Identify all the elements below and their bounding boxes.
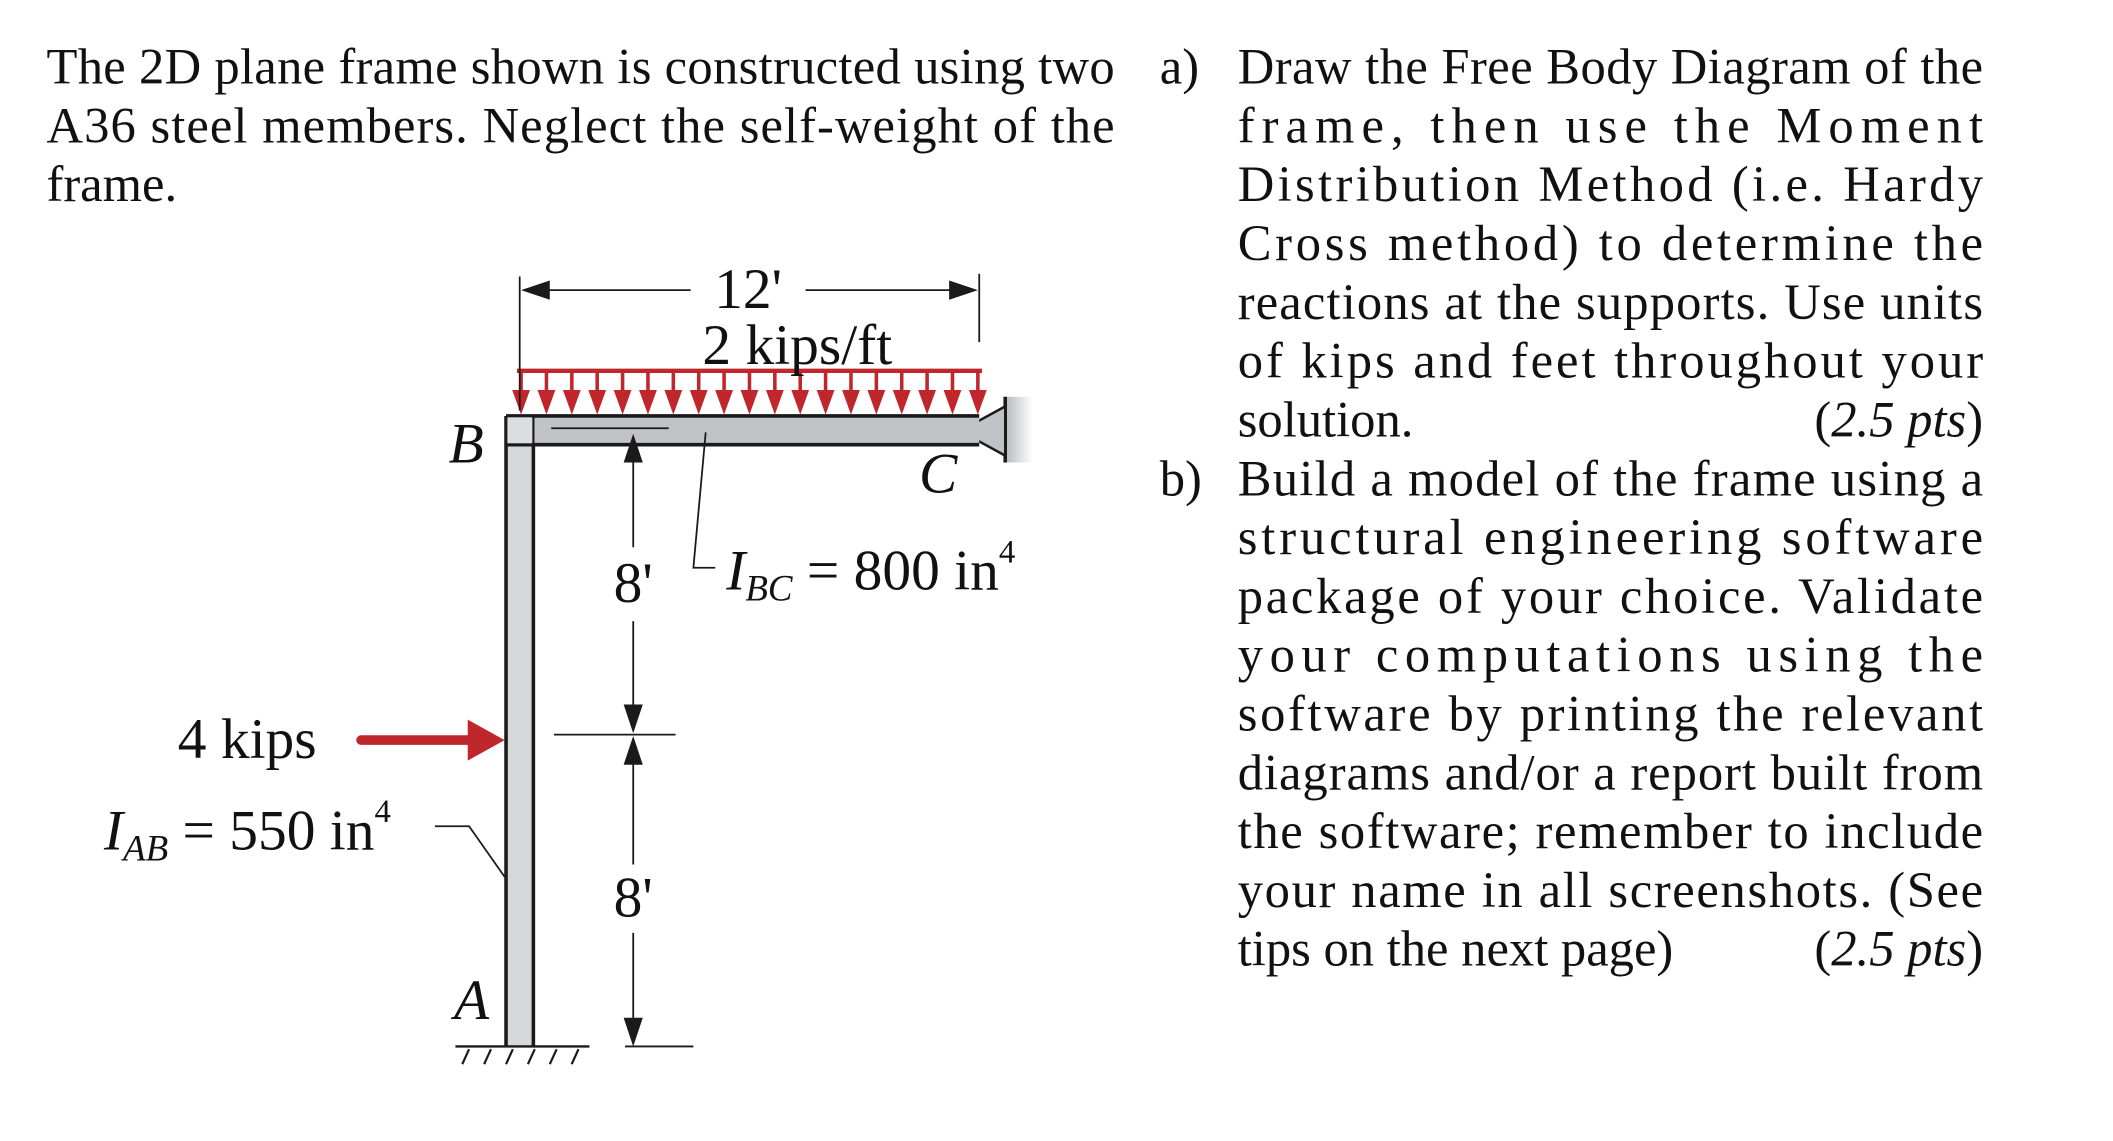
point-load-arrowhead	[467, 719, 505, 761]
load-arrow-head	[715, 389, 733, 415]
part-b-line: software by printing the relevant	[1238, 686, 1983, 742]
load-arrow-head	[639, 389, 657, 415]
part-b: b) Build a model of the frame using a st…	[1160, 450, 1983, 976]
part-b-line: diagrams and/or a report built from	[1238, 744, 1983, 800]
load-arrow-head	[537, 389, 556, 415]
part-b-label: b)	[1160, 450, 1202, 506]
intro-line: A36 steel members. Neglect the self-weig…	[46, 97, 1114, 153]
part-b-line: the software; remember to include	[1238, 803, 1983, 859]
dimension-ab: 8' 8'	[553, 433, 694, 1048]
i-ab-annotation: IAB = 550 in4	[103, 794, 506, 878]
part-b-line: your name in all screenshots. (See	[1238, 862, 1983, 918]
support-wall	[1005, 396, 1033, 463]
joint-label-c: C	[919, 443, 958, 506]
i-bc-leader	[692, 432, 716, 569]
part-a-line: reactions at the supports. Use units	[1238, 274, 1983, 330]
point-load: 4 kips	[178, 708, 505, 771]
intro-line: frame.	[46, 156, 177, 212]
load-arrow-head	[613, 389, 632, 415]
part-b-line: Build a model of the frame using a	[1238, 450, 1983, 506]
load-arrow-head	[765, 389, 784, 415]
load-arrow-head	[588, 389, 607, 415]
part-a-line: Draw the Free Body Diagram of the	[1238, 39, 1983, 95]
distributed-load	[512, 368, 987, 415]
joint-label-a: A	[450, 969, 490, 1032]
beam-bc	[533, 415, 980, 445]
dim-arrowhead-right	[949, 280, 978, 300]
ground-hatch	[461, 1048, 580, 1065]
hatch-mark	[505, 1048, 514, 1065]
dim-arrowhead-bottom	[623, 1017, 643, 1047]
load-arrow-head	[943, 389, 962, 415]
load-arrow-head	[512, 389, 530, 415]
load-arrow-head	[791, 389, 810, 415]
column-ab	[506, 444, 534, 1047]
hatch-mark	[526, 1048, 536, 1065]
hatch-mark	[548, 1048, 558, 1065]
load-arrow-head	[664, 389, 683, 415]
hatch-mark	[461, 1048, 471, 1065]
part-b-line: tips on the next page)	[1238, 921, 1674, 977]
joint-label-b: B	[449, 412, 484, 475]
part-a-line: of kips and feet throughout your	[1238, 333, 1984, 389]
height-upper-label: 8'	[614, 552, 653, 615]
part-a-points: (2.5 pts)	[1814, 391, 1983, 447]
part-b-line: your computations using the	[1238, 627, 1983, 683]
distributed-load-label: 2 kips/ft	[702, 314, 892, 377]
load-arrow-head	[689, 389, 708, 415]
load-arrows	[512, 370, 987, 415]
dim-arrowhead-mid-down	[623, 704, 643, 734]
problem-page: The 2D plane frame shown is constructed …	[46, 39, 1984, 1065]
part-a-line: solution.	[1238, 391, 1414, 447]
intro-paragraph: The 2D plane frame shown is constructed …	[46, 39, 1114, 213]
fixed-support-a	[455, 1045, 590, 1065]
part-b-line: package of your choice. Validate	[1238, 568, 1983, 624]
hatch-mark	[570, 1048, 580, 1065]
part-a-line: frame, then use the Moment	[1238, 97, 1983, 153]
load-arrow-head	[842, 389, 860, 415]
intro-line: The 2D plane frame shown is constructed …	[46, 39, 1114, 95]
load-arrow-head	[740, 389, 759, 415]
i-ab-label: IAB = 550 in4	[103, 794, 391, 868]
load-arrow-head	[892, 389, 911, 415]
i-ab-leader	[434, 825, 506, 878]
joint-b	[507, 417, 533, 444]
load-arrow-head	[968, 389, 987, 415]
load-arrow-head	[918, 389, 936, 415]
part-a-line: Cross method) to determine the	[1238, 215, 1983, 271]
part-a-label: a)	[1160, 39, 1199, 95]
load-arrow-head	[816, 389, 835, 415]
part-a-line: Distribution Method (i.e. Hardy	[1238, 156, 1984, 212]
span-label: 12'	[714, 258, 782, 321]
frame-figure: 12' 2 kips/ft B C A 8' 8' IBC = 800 in4	[103, 258, 1033, 1065]
dim-arrowhead-left	[521, 280, 550, 300]
i-bc-label: IBC = 800 in4	[725, 534, 1015, 608]
load-arrow-head	[562, 389, 581, 415]
height-lower-label: 8'	[614, 867, 653, 930]
part-b-line: structural engineering software	[1238, 509, 1983, 565]
hatch-mark	[483, 1048, 492, 1065]
load-arrow-head	[867, 389, 886, 415]
part-a: a) Draw the Free Body Diagram of the fra…	[1160, 39, 1984, 448]
point-load-label: 4 kips	[178, 708, 317, 771]
part-b-points: (2.5 pts)	[1814, 921, 1983, 977]
